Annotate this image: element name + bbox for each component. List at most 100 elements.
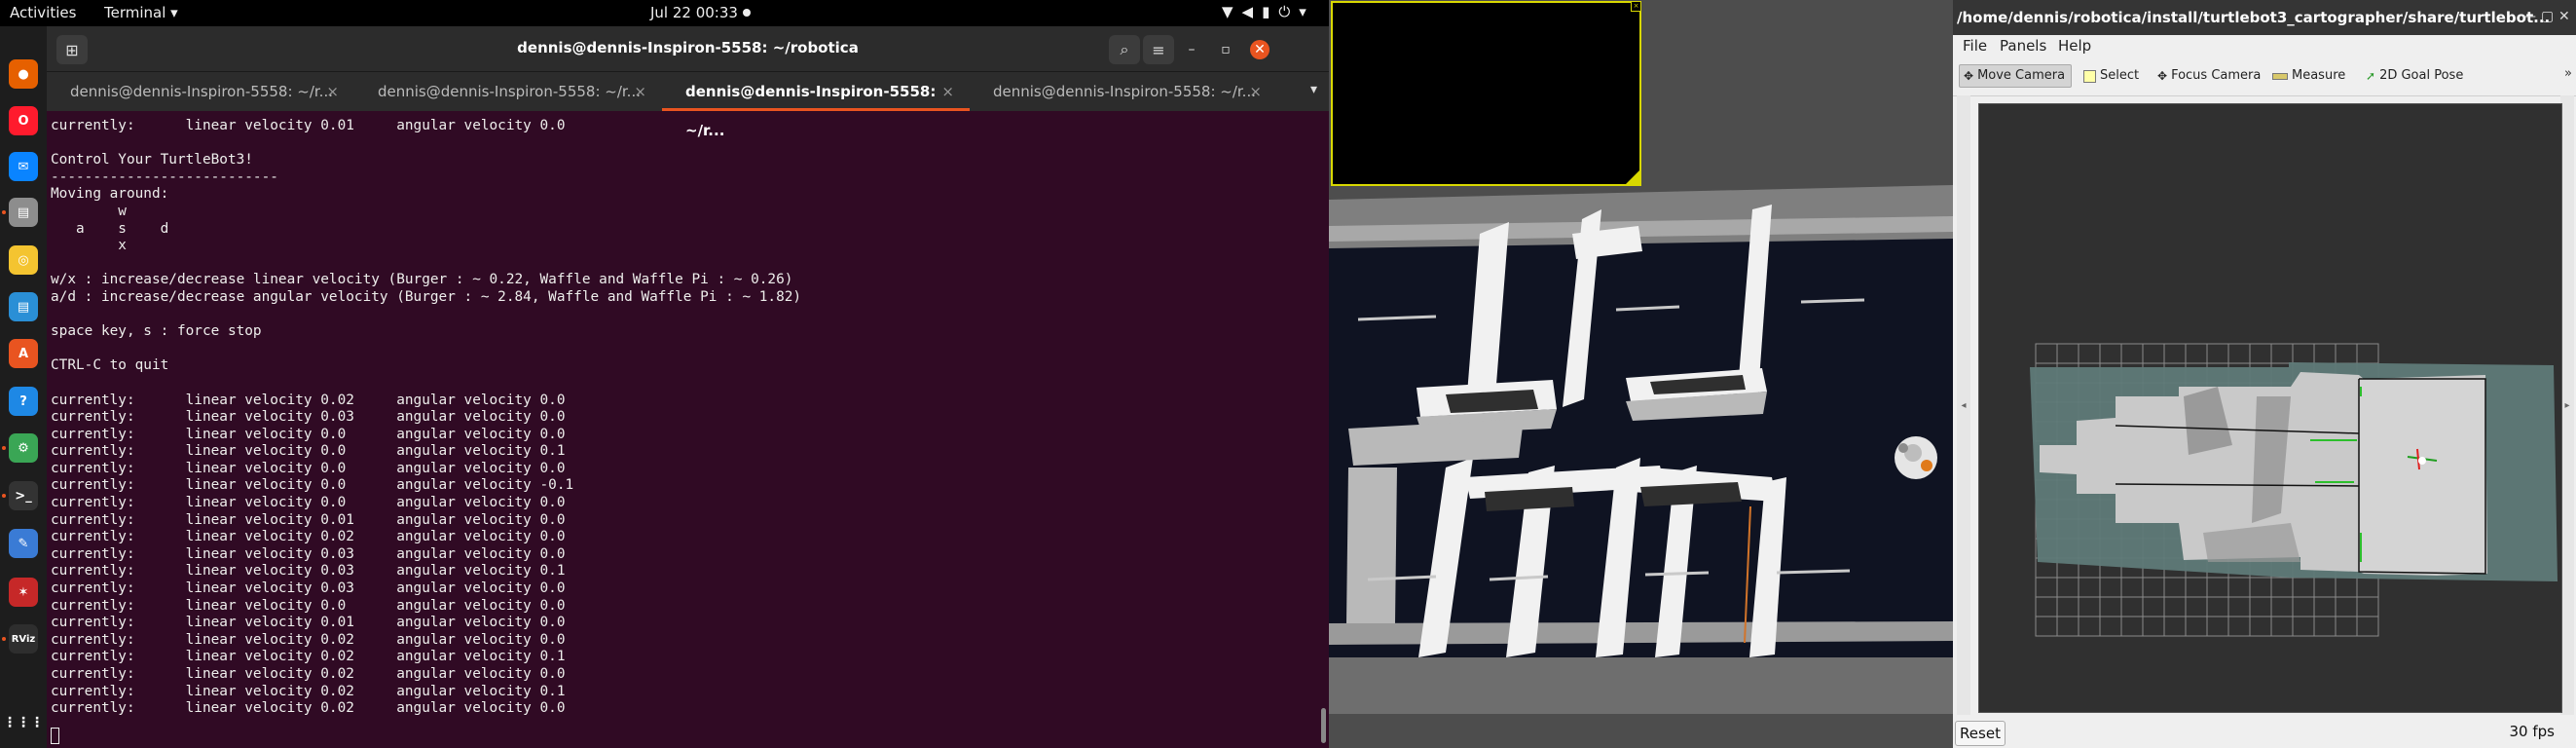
running-indicator	[2, 637, 6, 641]
text-editor-icon[interactable]: ✎	[9, 529, 38, 558]
gazebo-3d-view[interactable]: ×	[1329, 0, 1953, 748]
goal-arrow-icon: ➚	[2366, 69, 2376, 83]
show-apps-grid-icon[interactable]: ⋮⋮⋮	[3, 708, 44, 737]
restore-icon: ▫	[1221, 42, 1231, 57]
opera-icon[interactable]: O	[9, 106, 38, 135]
minimize-button[interactable]: –	[1182, 40, 1201, 59]
tool-move-camera[interactable]: ✥ Move Camera	[1959, 64, 2073, 88]
right-panel-collapse[interactable]: ▸	[2560, 95, 2574, 715]
dock: ● O ✉ ▤ ◎ ▤ A? ⚙ >_ ✎ ✶ RViz ⋮⋮⋮	[0, 26, 47, 748]
search-icon: ⌕	[1120, 40, 1129, 58]
menu-help[interactable]: Help	[2058, 37, 2091, 55]
search-button[interactable]: ⌕	[1109, 35, 1140, 64]
tool-label: Measure	[2292, 68, 2346, 83]
close-tab-icon[interactable]: ×	[1249, 72, 1262, 111]
firefox-icon[interactable]: ●	[9, 59, 38, 89]
tool-2d-goal-pose[interactable]: ➚ 2D Goal Pose	[2362, 64, 2469, 88]
rviz-icon[interactable]: RViz	[9, 624, 38, 654]
chevron-right-icon: ▸	[2564, 399, 2570, 411]
toolbar-overflow-icon[interactable]: »	[2564, 66, 2572, 81]
gazebo-icon[interactable]: ⚙	[9, 433, 38, 463]
power-icon: ⏻	[1278, 3, 1300, 20]
terminal-headerbar: ⊞ dennis@dennis-Inspiron-5558: ~/robotic…	[47, 26, 1329, 71]
fps-readout: 30 fps	[2509, 723, 2555, 740]
measure-icon	[2272, 72, 2288, 80]
running-indicator	[2, 210, 6, 214]
tab-label: dennis@dennis-Inspiron-5558: ~/r...	[378, 83, 641, 100]
terminal-cursor	[51, 728, 59, 744]
chevron-down-icon: ▾	[1299, 3, 1315, 20]
volume-icon: ◀	[1241, 3, 1263, 20]
rviz-title: /home/dennis/robotica/install/turtlebot3…	[1957, 9, 2551, 26]
maximize-button[interactable]: ▫	[1216, 40, 1235, 59]
thunderbird-icon[interactable]: ✉	[9, 152, 38, 181]
rviz-window: /home/dennis/robotica/install/turtlebot3…	[1953, 0, 2576, 748]
terminal-icon[interactable]: >_	[9, 481, 38, 510]
system-tray[interactable]: ▼◀▮⏻▾	[1222, 3, 1315, 20]
minimize-icon: –	[1188, 42, 1196, 57]
rviz-statusbar: Reset 30 fps	[1953, 717, 2576, 748]
rviz-toolbar: ✥ Move Camera Select ✥ Focus Camera Measur…	[1953, 56, 2576, 96]
libreoffice-writer-icon[interactable]: ▤	[9, 292, 38, 321]
minimize-icon[interactable]: —	[2522, 9, 2536, 24]
tool-measure[interactable]: Measure	[2268, 64, 2351, 88]
running-indicator	[2, 494, 6, 498]
terminal-scrollbar[interactable]	[1321, 708, 1326, 743]
activities-button[interactable]: Activities	[10, 4, 76, 21]
files-icon[interactable]: ▤	[9, 198, 38, 227]
move-camera-icon: ✥	[1964, 69, 1974, 83]
help-icon[interactable]: ?	[9, 387, 38, 416]
menu-file[interactable]: File	[1963, 37, 1987, 55]
terminal-tab[interactable]: dennis@dennis-Inspiron-5558: ~/r... ×	[354, 72, 662, 111]
tool-label: Focus Camera	[2171, 68, 2262, 83]
terminal-tab[interactable]: dennis@dennis-Inspiron-5558: ~/r... ×	[47, 72, 354, 111]
clock[interactable]: Jul 22 00:33	[650, 4, 738, 21]
close-icon[interactable]: ×	[1631, 1, 1641, 12]
hamburger-menu-button[interactable]: ≡	[1143, 35, 1174, 64]
close-tab-icon[interactable]: ×	[941, 72, 954, 111]
rviz-titlebar[interactable]: /home/dennis/robotica/install/turtlebot3…	[1953, 0, 2576, 35]
tabs-menu-chevron-icon[interactable]: ▾	[1310, 82, 1317, 97]
maximize-icon[interactable]: ▢	[2541, 9, 2554, 24]
resize-handle-icon[interactable]	[1626, 170, 1639, 184]
tool-label: 2D Goal Pose	[2379, 68, 2464, 83]
tab-label: dennis@dennis-Inspiron-5558: ~/r...	[993, 83, 1256, 100]
menu-panels[interactable]: Panels	[2000, 37, 2046, 55]
battery-icon: ▮	[1262, 3, 1279, 20]
app-menu-button[interactable]: Terminal ▾	[104, 4, 178, 21]
wifi-icon: ▼	[1222, 3, 1242, 20]
tool-label: Move Camera	[1977, 68, 2066, 83]
left-panel-collapse[interactable]: ◂	[1957, 95, 1970, 715]
terminal-tab[interactable]: dennis@dennis-Inspiron-5558: ~/r... ×	[970, 72, 1277, 111]
terminal-body[interactable]: currently: linear velocity 0.01 angular …	[47, 111, 1329, 748]
tool-focus-camera[interactable]: ✥ Focus Camera	[2153, 64, 2266, 88]
focus-camera-icon: ✥	[2157, 69, 2168, 83]
chevron-left-icon: ◂	[1961, 399, 1967, 411]
close-icon[interactable]: ✕	[2558, 9, 2570, 24]
terminal-tab[interactable]: dennis@dennis-Inspiron-5558: ~/r... ×	[662, 72, 970, 139]
tab-label: dennis@dennis-Inspiron-5558: ~/r...	[70, 83, 333, 100]
close-tab-icon[interactable]: ×	[326, 72, 339, 111]
tool-select[interactable]: Select	[2079, 64, 2145, 88]
ros-icon[interactable]: ✶	[9, 578, 38, 607]
menu-icon: ≡	[1152, 40, 1165, 59]
rhythmbox-icon[interactable]: ◎	[9, 245, 38, 275]
tool-label: Select	[2100, 68, 2140, 83]
notification-dot-icon	[743, 9, 751, 17]
turtlebot-model[interactable]	[1895, 436, 1937, 479]
select-icon	[2083, 69, 2096, 83]
rviz-map-scene	[1979, 104, 2561, 712]
running-indicator	[2, 446, 6, 450]
gazebo-camera-preview[interactable]: ×	[1331, 1, 1641, 186]
reset-button[interactable]: Reset	[1955, 721, 2006, 746]
terminal-output: currently: linear velocity 0.01 angular …	[51, 118, 802, 717]
close-icon: ✕	[1254, 42, 1266, 57]
gnome-top-bar: Activities Terminal ▾ Jul 22 00:33 ▼◀▮⏻▾	[0, 0, 1329, 26]
terminal-window: ⊞ dennis@dennis-Inspiron-5558: ~/robotic…	[47, 26, 1329, 748]
close-tab-icon[interactable]: ×	[634, 72, 646, 111]
rviz-3d-view[interactable]	[1978, 103, 2562, 713]
close-button[interactable]: ✕	[1250, 40, 1270, 59]
rviz-menubar: File Panels Help	[1953, 35, 2576, 56]
terminal-tab-bar: dennis@dennis-Inspiron-5558: ~/r... × denn…	[47, 71, 1329, 139]
software-center-icon[interactable]: A	[9, 339, 38, 368]
